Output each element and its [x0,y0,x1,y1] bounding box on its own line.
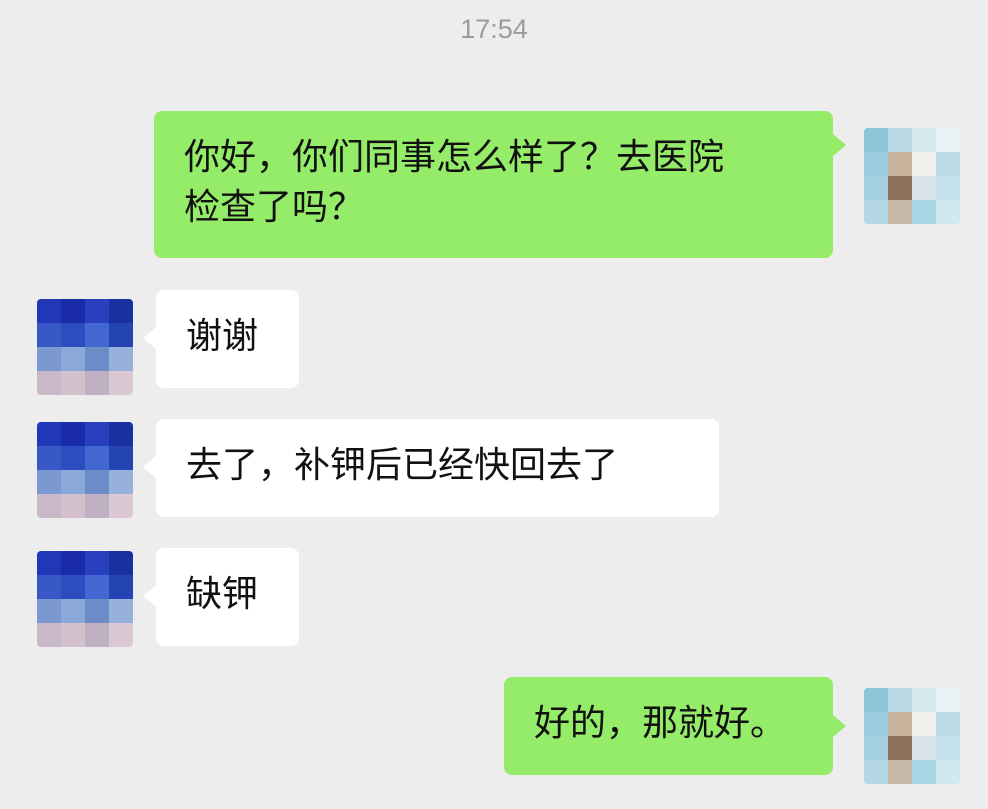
avatar-mosaic-cell [61,551,85,575]
avatar-mosaic-cell [912,128,936,152]
avatar-mosaic-cell [61,623,85,647]
avatar-mosaic-cell [37,323,61,347]
avatar-mosaic-cell [85,323,109,347]
avatar-mosaic-cell [912,176,936,200]
message-bubble[interactable]: 谢谢 [156,290,299,388]
avatar-mosaic-cell [864,128,888,152]
message-bubble[interactable]: 你好，你们同事怎么样了？去医院 检查了吗？ [154,111,833,258]
bubble-tail [143,585,156,607]
avatar-mosaic-cell [109,575,133,599]
avatar-mosaic-cell [109,446,133,470]
avatar-mosaic-cell [85,551,109,575]
avatar-mosaic-cell [37,551,61,575]
avatar-mosaic-cell [936,760,960,784]
bubble-tail [143,456,156,478]
avatar-mosaic-cell [888,128,912,152]
message-bubble[interactable]: 好的，那就好。 [504,677,833,775]
avatar-mosaic-cell [912,760,936,784]
avatar-mosaic-cell [864,176,888,200]
avatar-mosaic-cell [109,599,133,623]
avatar-mosaic-cell [85,347,109,371]
avatar-mosaic-cell [864,760,888,784]
bubble-tail [143,327,156,349]
avatar-mosaic-cell [37,494,61,518]
avatar-mosaic-cell [85,470,109,494]
avatar-mosaic-cell [85,422,109,446]
avatar-mosaic-cell [888,200,912,224]
avatar-mosaic-cell [85,371,109,395]
avatar-mosaic-cell [37,599,61,623]
avatar-mosaic-cell [37,470,61,494]
avatar-mosaic-cell [37,422,61,446]
avatar-mosaic-cell [61,299,85,323]
avatar-mosaic-cell [912,712,936,736]
avatar-mosaic-cell [37,575,61,599]
avatar-mosaic-cell [85,599,109,623]
avatar-mosaic-cell [912,688,936,712]
contact-avatar[interactable] [37,422,133,518]
avatar-mosaic-cell [61,446,85,470]
avatar-mosaic-cell [37,446,61,470]
avatar-mosaic-cell [888,152,912,176]
avatar-mosaic-cell [61,422,85,446]
message-bubble[interactable]: 缺钾 [156,548,299,646]
avatar-mosaic-cell [912,200,936,224]
avatar-mosaic-cell [109,347,133,371]
avatar-mosaic-cell [864,712,888,736]
avatar-mosaic-cell [936,200,960,224]
avatar-mosaic-cell [936,152,960,176]
avatar-mosaic-cell [109,422,133,446]
contact-avatar[interactable] [37,551,133,647]
avatar-mosaic-cell [864,736,888,760]
avatar-mosaic-cell [37,623,61,647]
avatar-mosaic-cell [85,446,109,470]
avatar-mosaic-cell [888,712,912,736]
avatar-mosaic-cell [109,494,133,518]
avatar-mosaic-cell [936,176,960,200]
avatar-mosaic-cell [912,736,936,760]
avatar-mosaic-cell [85,623,109,647]
self-avatar[interactable] [864,688,960,784]
self-avatar[interactable] [864,128,960,224]
avatar-mosaic-cell [936,688,960,712]
avatar-mosaic-cell [37,299,61,323]
avatar-mosaic-cell [61,494,85,518]
avatar-mosaic-cell [888,760,912,784]
avatar-mosaic-cell [109,299,133,323]
avatar-mosaic-cell [912,152,936,176]
avatar-mosaic-cell [61,347,85,371]
avatar-mosaic-cell [37,371,61,395]
avatar-mosaic-cell [109,371,133,395]
avatar-mosaic-cell [888,688,912,712]
avatar-mosaic-cell [61,323,85,347]
avatar-mosaic-cell [864,688,888,712]
chat-screen: 17:54 你好，你们同事怎么样了？去医院 检查了吗？ 谢谢 去了，补钾后已经快… [0,0,988,809]
bubble-tail [833,715,846,737]
avatar-mosaic-cell [936,128,960,152]
avatar-mosaic-cell [61,470,85,494]
avatar-mosaic-cell [85,494,109,518]
avatar-mosaic-cell [109,623,133,647]
avatar-mosaic-cell [864,200,888,224]
avatar-mosaic-cell [85,299,109,323]
bubble-tail [833,134,846,156]
avatar-mosaic-cell [936,736,960,760]
avatar-mosaic-cell [936,712,960,736]
avatar-mosaic-cell [109,470,133,494]
avatar-mosaic-cell [61,371,85,395]
message-bubble[interactable]: 去了，补钾后已经快回去了 [156,419,719,517]
avatar-mosaic-cell [109,551,133,575]
avatar-mosaic-cell [61,599,85,623]
avatar-mosaic-cell [864,152,888,176]
avatar-mosaic-cell [888,736,912,760]
contact-avatar[interactable] [37,299,133,395]
message-timestamp: 17:54 [460,14,528,44]
avatar-mosaic-cell [37,347,61,371]
avatar-mosaic-cell [888,176,912,200]
avatar-mosaic-cell [109,323,133,347]
avatar-mosaic-cell [85,575,109,599]
avatar-mosaic-cell [61,575,85,599]
